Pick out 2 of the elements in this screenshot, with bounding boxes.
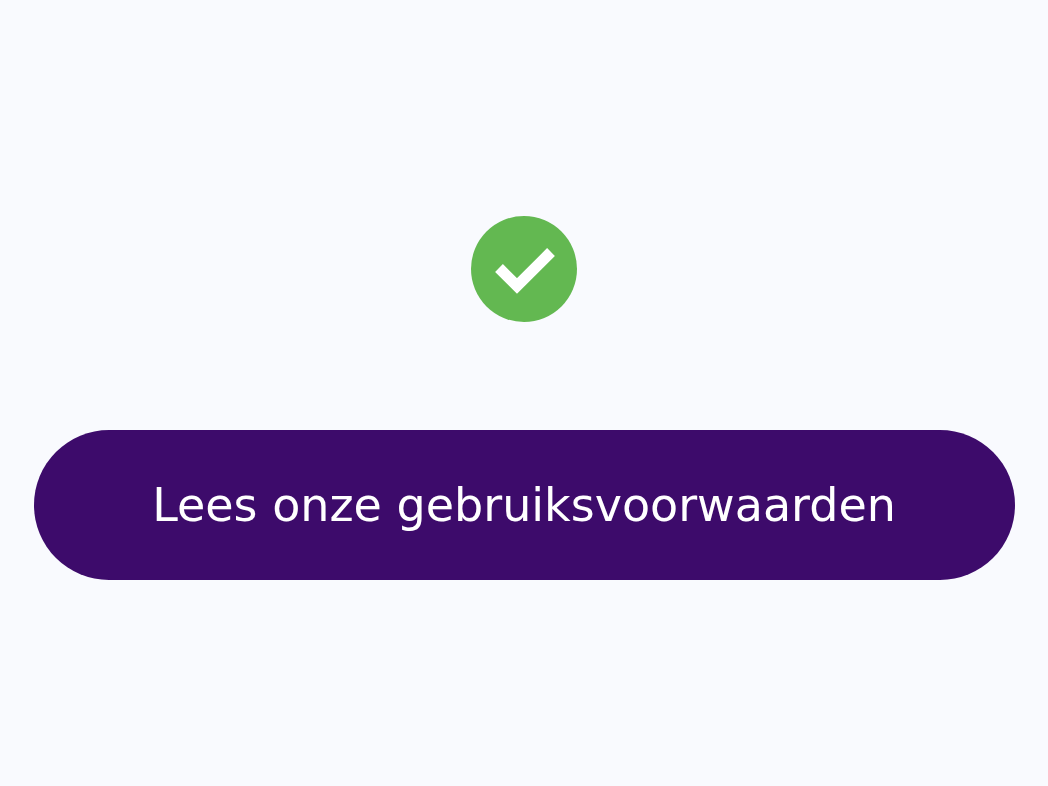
terms-button[interactable]: Lees onze gebruiksvoorwaarden [33, 430, 1015, 580]
check-circle-icon [471, 216, 577, 322]
